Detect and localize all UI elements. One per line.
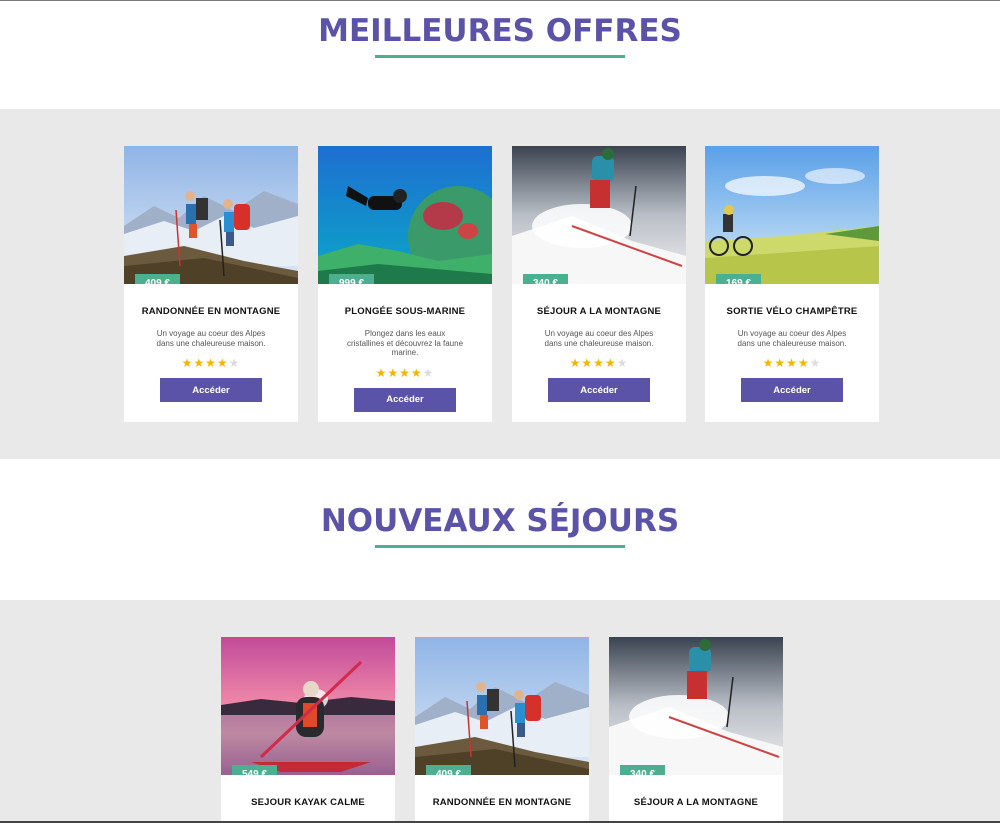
star-icon: ★: [797, 356, 810, 371]
hikers-mountain-image[interactable]: 409 €: [415, 637, 589, 775]
card-description: Un voyage au coeur des Alpes dans une ch…: [737, 329, 847, 348]
price-badge: 169 €: [716, 274, 762, 284]
stay-card: 340 € SÉJOUR A LA MONTAGNE: [609, 637, 783, 823]
star-icon: ★: [786, 356, 798, 371]
skier-image[interactable]: 340 €: [609, 637, 783, 775]
section-header-best-offers: MEILLEURES OFFRES: [0, 13, 1000, 58]
card-title: RANDONNÉE EN MONTAGNE: [432, 797, 572, 808]
price-badge: 549 €: [232, 765, 278, 775]
card-title: RANDONNÉE EN MONTAGNE: [141, 306, 281, 317]
card-title: SORTIE VÉLO CHAMPÊTRE: [726, 306, 858, 317]
access-button[interactable]: Accéder: [354, 387, 456, 412]
stay-card: 549 € SEJOUR KAYAK CALME: [221, 637, 395, 823]
kayak-sunset-image[interactable]: 549 €: [221, 637, 395, 775]
rating-stars: ★★★★★: [512, 357, 686, 369]
section-title: MEILLEURES OFFRES: [318, 13, 682, 49]
card-title: SÉJOUR A LA MONTAGNE: [633, 797, 759, 808]
offer-card: 999 € PLONGÉE SOUS-MARINE Plongez dans l…: [318, 146, 492, 422]
cyclist-field-image[interactable]: 169 €: [705, 146, 879, 284]
rating-stars: ★★★★★: [705, 357, 879, 369]
offer-card: 409 € RANDONNÉE EN MONTAGNE Un voyage au…: [124, 146, 298, 422]
price-badge: 999 €: [329, 274, 375, 284]
card-description: Plongez dans les eaux cristallines et dé…: [346, 329, 464, 358]
star-icon: ★: [216, 356, 229, 371]
star-icon: ★: [205, 356, 217, 371]
card-title: SÉJOUR A LA MONTAGNE: [536, 306, 662, 317]
skier-image[interactable]: 340 €: [512, 146, 686, 284]
star-icon: ★: [399, 365, 411, 380]
rating-stars: ★★★★★: [318, 367, 492, 379]
access-button[interactable]: Accéder: [160, 378, 262, 403]
title-underline: [375, 55, 625, 58]
star-icon: ★: [387, 365, 400, 380]
access-button[interactable]: Accéder: [741, 378, 843, 403]
star-icon: ★: [774, 356, 787, 371]
offers-band: 409 € RANDONNÉE EN MONTAGNE Un voyage au…: [0, 109, 1000, 459]
price-badge: 340 €: [620, 765, 666, 775]
rating-stars: ★★★★★: [124, 357, 298, 369]
stay-card: 409 € RANDONNÉE EN MONTAGNE: [415, 637, 589, 823]
card-description: Un voyage au coeur des Alpes dans une ch…: [544, 329, 654, 348]
star-icon: ★: [193, 356, 206, 371]
access-button[interactable]: Accéder: [548, 378, 650, 403]
hikers-mountain-image[interactable]: 409 €: [124, 146, 298, 284]
star-empty-icon: ★: [422, 365, 435, 380]
star-icon: ★: [375, 365, 388, 380]
star-icon: ★: [410, 365, 423, 380]
star-icon: ★: [181, 356, 194, 371]
star-icon: ★: [604, 356, 617, 371]
star-icon: ★: [581, 356, 594, 371]
star-icon: ★: [569, 356, 582, 371]
price-badge: 340 €: [523, 274, 569, 284]
card-title: SEJOUR KAYAK CALME: [251, 797, 365, 808]
star-icon: ★: [593, 356, 605, 371]
star-empty-icon: ★: [616, 356, 629, 371]
top-border: [0, 0, 1000, 1]
section-title: NOUVEAUX SÉJOURS: [320, 503, 680, 539]
offer-card: 169 € SORTIE VÉLO CHAMPÊTRE Un voyage au…: [705, 146, 879, 422]
title-underline: [375, 545, 625, 548]
price-badge: 409 €: [135, 274, 181, 284]
star-icon: ★: [762, 356, 775, 371]
star-empty-icon: ★: [809, 356, 822, 371]
price-badge: 409 €: [426, 765, 472, 775]
card-description: Un voyage au coeur des Alpes dans une ch…: [156, 329, 266, 348]
section-header-new-stays: NOUVEAUX SÉJOURS: [0, 503, 1000, 548]
star-empty-icon: ★: [228, 356, 241, 371]
card-title: PLONGÉE SOUS-MARINE: [344, 306, 466, 317]
new-stays-band: 549 € SEJOUR KAYAK CALME 409 € RANDONNÉE…: [0, 600, 1000, 823]
offer-card: 340 € SÉJOUR A LA MONTAGNE Un voyage au …: [512, 146, 686, 422]
scuba-diver-image[interactable]: 999 €: [318, 146, 492, 284]
